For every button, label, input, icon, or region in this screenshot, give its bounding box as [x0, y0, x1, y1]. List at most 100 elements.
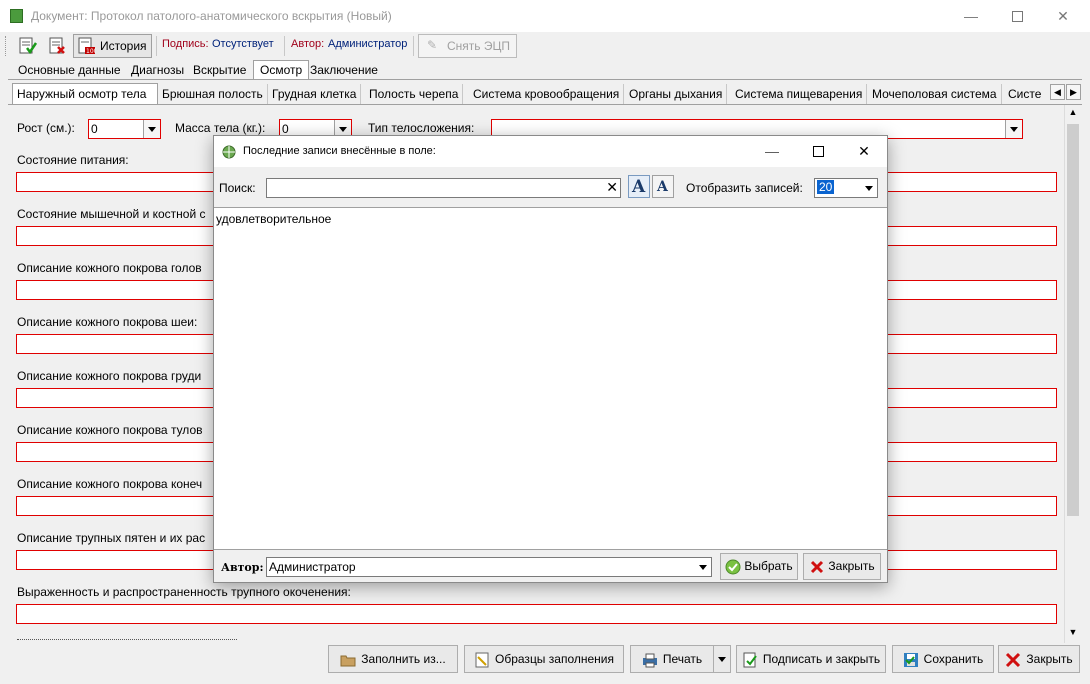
- window-title-bar: Документ: Протокол патолого-анатомическо…: [0, 0, 1090, 32]
- tab-cranial[interactable]: Полость черепа: [365, 84, 464, 104]
- scroll-down-icon[interactable]: ▼: [1065, 627, 1081, 641]
- author-label: Автор:: [291, 38, 325, 50]
- close-button[interactable]: Закрыть: [998, 645, 1080, 673]
- musculoskeletal-label: Состояние мышечной и костной с: [17, 207, 206, 221]
- tab-scroll-left-icon[interactable]: ◀: [1050, 84, 1065, 100]
- tab-abdominal[interactable]: Брюшная полость: [158, 84, 268, 104]
- fill-from-button[interactable]: Заполнить из...: [328, 645, 458, 673]
- dialog-close-button[interactable]: ✕: [841, 136, 887, 167]
- check-doc-icon: [19, 37, 38, 55]
- history-button[interactable]: 100 История: [73, 34, 152, 58]
- ok-check-icon: [725, 559, 741, 575]
- tab-circulatory[interactable]: Система кровообращения: [469, 84, 625, 104]
- search-input[interactable]: ✕: [266, 178, 621, 198]
- dialog-author-label: Автор:: [221, 561, 264, 574]
- font-increase-icon: A: [632, 177, 646, 197]
- dialog-maximize-button[interactable]: [795, 136, 841, 167]
- tab-respiratory[interactable]: Органы дыхания: [625, 84, 728, 104]
- print-label: Печать: [662, 652, 703, 666]
- skin-chest-label: Описание кожного покрова груди: [17, 369, 202, 383]
- globe-icon: [222, 145, 236, 159]
- skin-limbs-label: Описание кожного покрова конеч: [17, 477, 203, 491]
- tab-conclusion[interactable]: Заключение: [304, 61, 384, 79]
- search-label: Поиск:: [219, 181, 256, 195]
- recent-entries-dialog: Последние записи внесённые в поле: — ✕ П…: [213, 135, 888, 583]
- dialog-close-text-button[interactable]: Закрыть: [803, 553, 881, 580]
- top-tabs-line: [8, 79, 1082, 80]
- toolbar-separator: [413, 36, 414, 56]
- scroll-up-icon[interactable]: ▲: [1065, 107, 1081, 121]
- sign-close-button[interactable]: Подписать и закрыть: [736, 645, 886, 673]
- tab-diagnoses[interactable]: Диагнозы: [125, 61, 190, 79]
- tab-more[interactable]: Систе: [1004, 84, 1048, 104]
- chevron-down-icon[interactable]: [695, 558, 711, 576]
- toolbar: 100 История Подпись: Отсутствует Автор: …: [0, 32, 1090, 60]
- skin-head-label: Описание кожного покрова голов: [17, 261, 202, 275]
- show-records-value: 20: [817, 180, 835, 194]
- clear-search-icon[interactable]: ✕: [606, 179, 618, 196]
- height-combo[interactable]: 0: [88, 119, 161, 139]
- check-document-button[interactable]: [14, 34, 40, 58]
- skin-torso-label: Описание кожного покрова тулов: [17, 423, 203, 437]
- history-label: История: [100, 39, 147, 53]
- samples-button[interactable]: Образцы заполнения: [464, 645, 624, 673]
- close-window-button[interactable]: ✕: [1040, 0, 1086, 32]
- samples-label: Образцы заполнения: [495, 652, 614, 666]
- close-x-icon: [1006, 652, 1021, 667]
- tab-external-exam[interactable]: Наружный осмотр тела: [12, 83, 158, 104]
- save-button[interactable]: Сохранить: [892, 645, 994, 673]
- scrollbar-thumb[interactable]: [1067, 124, 1079, 516]
- stamp-icon: ✎: [427, 38, 438, 52]
- height-label: Рост (см.):: [17, 121, 75, 135]
- dialog-minimize-button[interactable]: —: [749, 136, 795, 167]
- dialog-title-bar: Последние записи внесённые в поле: — ✕: [214, 136, 887, 167]
- chevron-down-icon: [718, 657, 726, 662]
- print-button[interactable]: Печать: [630, 645, 714, 673]
- rigor-label: Выраженность и распространенность трупно…: [17, 585, 351, 599]
- weight-label: Масса тела (кг.):: [175, 121, 266, 135]
- show-records-combo[interactable]: 20: [814, 178, 878, 198]
- remove-eds-button[interactable]: ✎ Снять ЭЦП: [418, 34, 517, 58]
- list-item[interactable]: удовлетворительное: [216, 212, 331, 226]
- font-increase-button[interactable]: A: [628, 175, 650, 198]
- tab-examination[interactable]: Осмотр: [253, 60, 310, 80]
- tab-chest[interactable]: Грудная клетка: [268, 84, 362, 104]
- maximize-button[interactable]: [994, 0, 1040, 32]
- close-x-icon: [811, 560, 824, 573]
- partial-next-label: [17, 638, 247, 642]
- history-icon: 100: [78, 37, 96, 55]
- minimize-button[interactable]: —: [948, 0, 994, 32]
- height-value: 0: [91, 122, 98, 136]
- tab-autopsy[interactable]: Вскрытие: [187, 61, 252, 79]
- tab-main-data[interactable]: Основные данные: [12, 61, 127, 79]
- font-decrease-button[interactable]: A: [652, 175, 674, 198]
- records-list[interactable]: удовлетворительное: [214, 207, 887, 550]
- rigor-field[interactable]: [16, 604, 1057, 624]
- printer-icon: [642, 653, 657, 668]
- tab-scroll-right-icon[interactable]: ▶: [1066, 84, 1081, 100]
- fill-from-label: Заполнить из...: [361, 652, 446, 666]
- dialog-title: Последние записи внесённые в поле:: [243, 145, 436, 157]
- select-label: Выбрать: [744, 559, 793, 573]
- tab-digestive[interactable]: Система пищеварения: [731, 84, 868, 104]
- select-button[interactable]: Выбрать: [720, 553, 798, 580]
- toolbar-separator: [284, 36, 285, 56]
- svg-text:100: 100: [86, 48, 96, 55]
- author-value: Администратор: [328, 38, 408, 50]
- delete-document-button[interactable]: [44, 34, 70, 58]
- chevron-down-icon[interactable]: [143, 120, 160, 138]
- skin-neck-label: Описание кожного покрова шеи:: [17, 315, 198, 329]
- chevron-down-icon[interactable]: [1005, 120, 1022, 138]
- show-records-label: Отобразить записей:: [686, 181, 803, 195]
- print-dropdown-button[interactable]: [713, 645, 731, 673]
- signature-label: Подпись:: [162, 38, 209, 50]
- tab-genitourinary[interactable]: Мочеполовая система: [868, 84, 1002, 104]
- body-type-label: Тип телосложения:: [368, 121, 475, 135]
- window-title: Документ: Протокол патолого-анатомическо…: [31, 9, 392, 23]
- chevron-down-icon[interactable]: [861, 179, 877, 197]
- template-icon: [475, 652, 489, 668]
- livor-label: Описание трупных пятен и их рас: [17, 531, 206, 545]
- weight-value: 0: [282, 122, 289, 136]
- save-label: Сохранить: [923, 652, 984, 666]
- dialog-author-combo[interactable]: Администратор: [266, 557, 712, 577]
